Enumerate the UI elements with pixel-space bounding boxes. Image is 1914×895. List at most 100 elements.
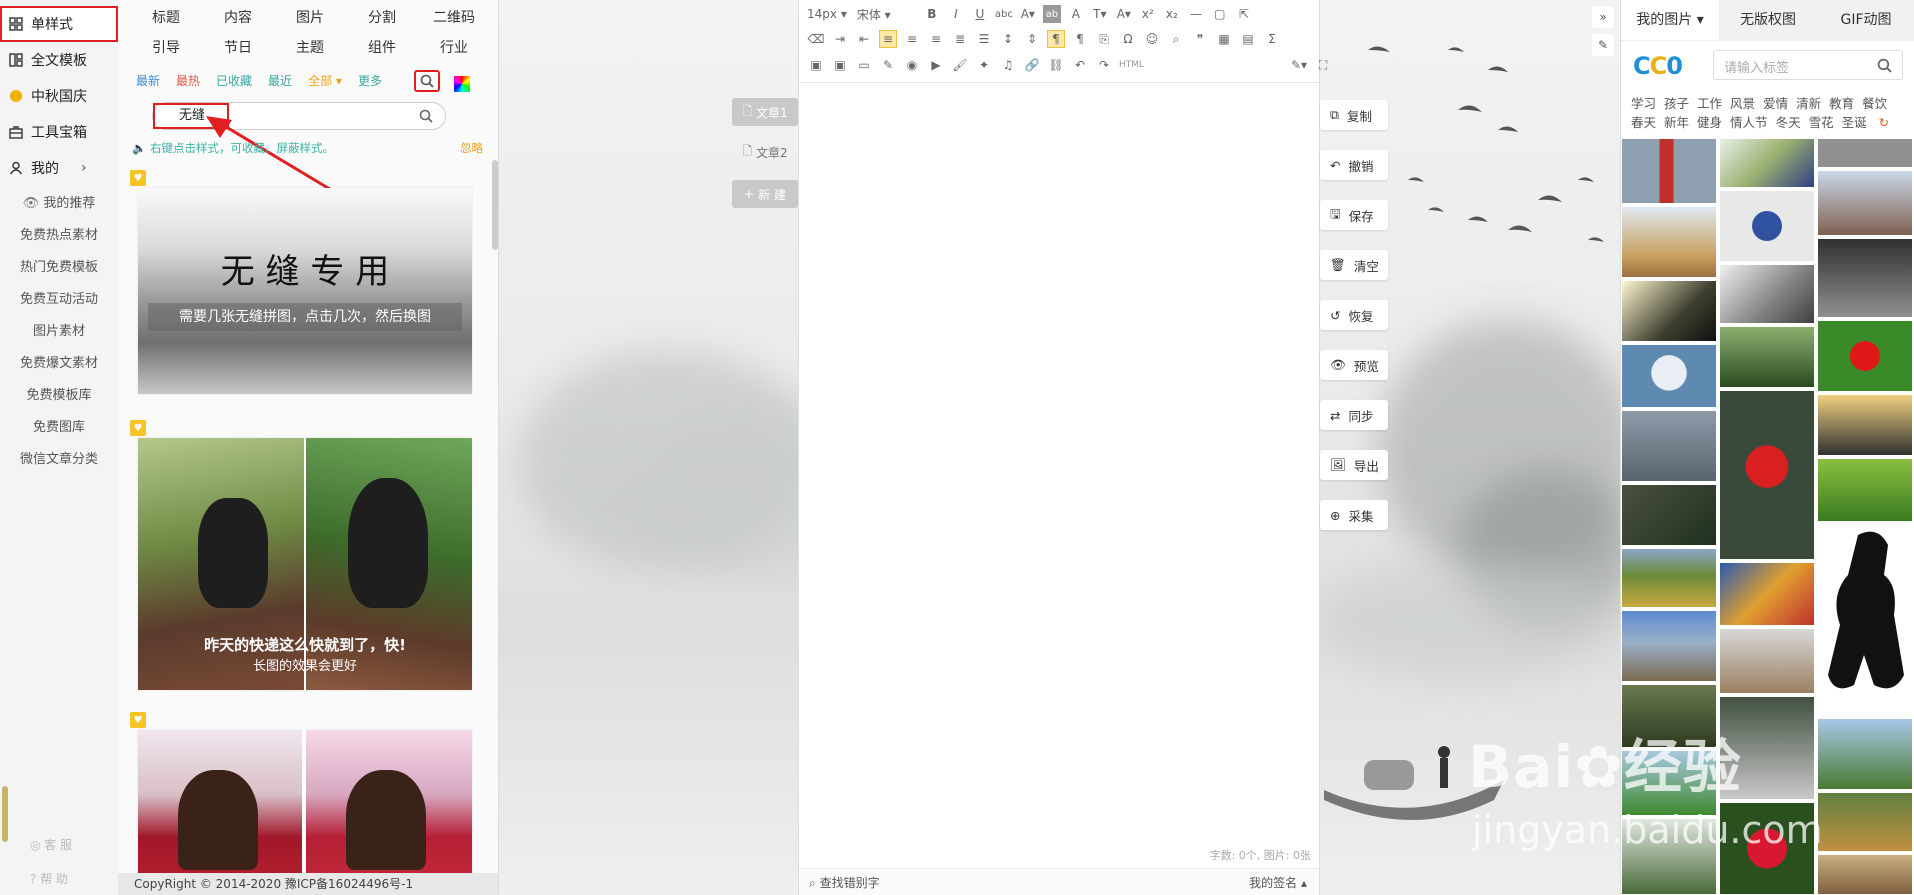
video-icon[interactable]: ▶ (927, 56, 945, 74)
tag-item[interactable]: 健身 (1697, 115, 1722, 130)
tag-item[interactable]: 新年 (1664, 115, 1689, 130)
tag-item[interactable]: 雪花 (1809, 115, 1834, 130)
subnav-images[interactable]: 图片素材 (0, 316, 118, 348)
image-thumbnail[interactable] (1621, 280, 1717, 342)
category-item[interactable]: 节日 (202, 36, 274, 60)
tag-item[interactable]: 春天 (1631, 115, 1656, 130)
table-icon[interactable]: ▦ (1215, 30, 1233, 48)
text-style-icon[interactable]: T▾ (1091, 5, 1109, 23)
ltr-icon[interactable]: ¶ (1047, 30, 1065, 48)
expand-icon[interactable]: ⛶ (1314, 56, 1332, 74)
tab-free-images[interactable]: 无版权图 (1719, 0, 1817, 40)
favorite-badge[interactable]: ♥ (130, 420, 146, 436)
ignore-link[interactable]: 忽略 (460, 140, 483, 156)
font-family-select[interactable]: 宋体 ▾ (857, 6, 917, 23)
nav-mine[interactable]: 我的 › (0, 150, 118, 186)
signature-button[interactable]: 我的签名 ▴ (1249, 874, 1307, 891)
list-icon[interactable]: ☰ (975, 30, 993, 48)
image-thumbnail[interactable] (1817, 170, 1913, 236)
support-link[interactable]: ◎ 客 服 (30, 836, 72, 853)
restore-button[interactable]: ↺ 恢复 (1320, 300, 1388, 330)
subnav-wechat-category[interactable]: 微信文章分类 (0, 444, 118, 476)
nav-toolbox[interactable]: 工具宝箱 (0, 114, 118, 150)
highlight-icon[interactable]: ab (1042, 5, 1061, 23)
category-item[interactable]: 二维码 (418, 6, 490, 30)
format-text-icon[interactable]: A▾ (1115, 5, 1133, 23)
align-right-icon[interactable]: ≡ (927, 30, 945, 48)
subnav-hot-template[interactable]: 热门免费模板 (0, 252, 118, 284)
image-thumbnail[interactable] (1719, 138, 1815, 188)
image-thumbnail[interactable] (1817, 792, 1913, 852)
find-icon[interactable]: ⌕ (1167, 30, 1185, 48)
image-thumbnail[interactable] (1719, 562, 1815, 626)
bold-icon[interactable]: B (923, 5, 941, 23)
copy-format-icon[interactable]: ⎘ (1095, 30, 1113, 48)
multi-image-icon[interactable]: ▣ (831, 56, 849, 74)
category-item[interactable]: 主题 (274, 36, 346, 60)
image-thumbnail[interactable] (1719, 390, 1815, 560)
image-thumbnail[interactable] (1719, 326, 1815, 388)
search-icon[interactable] (1877, 58, 1892, 73)
rtl-icon[interactable]: ¶ (1071, 30, 1089, 48)
category-item[interactable]: 行业 (418, 36, 490, 60)
subnav-gallery[interactable]: 免费图库 (0, 412, 118, 444)
image-thumbnail[interactable] (1817, 238, 1913, 318)
subnav-hot-material[interactable]: 免费热点素材 (0, 220, 118, 252)
image-thumbnail[interactable] (1817, 458, 1913, 522)
tag-search-input[interactable]: 请输入标签 (1713, 50, 1903, 80)
unlink-icon[interactable]: ⛓ (1047, 56, 1065, 74)
align-justify-icon[interactable]: ≣ (951, 30, 969, 48)
tag-item[interactable]: 学习 (1631, 96, 1656, 111)
category-item[interactable]: 图片 (274, 6, 346, 30)
favorite-badge[interactable]: ♥ (130, 712, 146, 728)
color-filter-icon[interactable] (454, 76, 470, 92)
image-thumbnail[interactable] (1621, 610, 1717, 682)
find-typo-button[interactable]: ⌕ 查找错别字 (809, 874, 880, 891)
image-thumbnail[interactable] (1817, 718, 1913, 790)
indent-icon[interactable]: ⇥ (831, 30, 849, 48)
image-thumbnail[interactable] (1719, 628, 1815, 694)
image-thumbnail[interactable] (1621, 344, 1717, 408)
tab-gif[interactable]: GIF动图 (1817, 0, 1914, 40)
align-center-icon[interactable]: ≡ (903, 30, 921, 48)
template-icon[interactable]: ▤ (1239, 30, 1257, 48)
tag-item[interactable]: 圣诞 (1842, 115, 1867, 130)
search-icon[interactable] (419, 109, 433, 123)
camera-icon[interactable]: ◉ (903, 56, 921, 74)
outdent-icon[interactable]: ⇤ (855, 30, 873, 48)
category-item[interactable]: 引导 (130, 36, 202, 60)
nav-single-style[interactable]: 单样式 (0, 6, 118, 42)
fullscreen-icon[interactable]: ⇱ (1235, 5, 1253, 23)
horizontal-rule-icon[interactable]: — (1187, 5, 1205, 23)
category-item[interactable]: 组件 (346, 36, 418, 60)
image-thumbnail[interactable] (1817, 854, 1913, 895)
filter-newest[interactable]: 最新 (136, 72, 160, 89)
subnav-activity[interactable]: 免费互动活动 (0, 284, 118, 316)
superscript-icon[interactable]: x² (1139, 5, 1157, 23)
clear-button[interactable]: 🗑 清空 (1320, 250, 1388, 280)
tag-item[interactable]: 爱情 (1763, 96, 1788, 111)
underline-icon[interactable]: U (971, 5, 989, 23)
emoji-icon[interactable]: ☺ (1143, 30, 1161, 48)
undo-button[interactable]: ↶ 撤销 (1320, 150, 1388, 180)
gallery-icon[interactable]: ▭ (855, 56, 873, 74)
eraser-icon[interactable]: ⌫ (807, 30, 825, 48)
search-toggle-button[interactable] (414, 70, 440, 92)
special-char-icon[interactable]: Ω (1119, 30, 1137, 48)
tab-my-images[interactable]: 我的图片 ▾ (1621, 0, 1719, 40)
subscript-icon[interactable]: x₂ (1163, 5, 1181, 23)
link-icon[interactable]: 🔗 (1023, 56, 1041, 74)
new-doc-button[interactable]: + 新 建 (732, 180, 798, 208)
image-thumbnail[interactable] (1621, 138, 1717, 204)
tag-item[interactable]: 餐饮 (1862, 96, 1887, 111)
brush-icon[interactable]: 🖌 (951, 56, 969, 74)
image-thumbnail[interactable] (1621, 548, 1717, 608)
image-thumbnail[interactable] (1719, 264, 1815, 324)
tag-item[interactable]: 情人节 (1730, 115, 1768, 130)
html-button[interactable]: HTML (1119, 60, 1144, 70)
style-card[interactable]: 昨天的快递这么快就到了，快! 长图的效果会更好 (138, 438, 472, 690)
undo-icon[interactable]: ↶ (1071, 56, 1089, 74)
tag-item[interactable]: 冬天 (1776, 115, 1801, 130)
tag-item[interactable]: 清新 (1796, 96, 1821, 111)
nav-full-template[interactable]: 全文模板 (0, 42, 118, 78)
